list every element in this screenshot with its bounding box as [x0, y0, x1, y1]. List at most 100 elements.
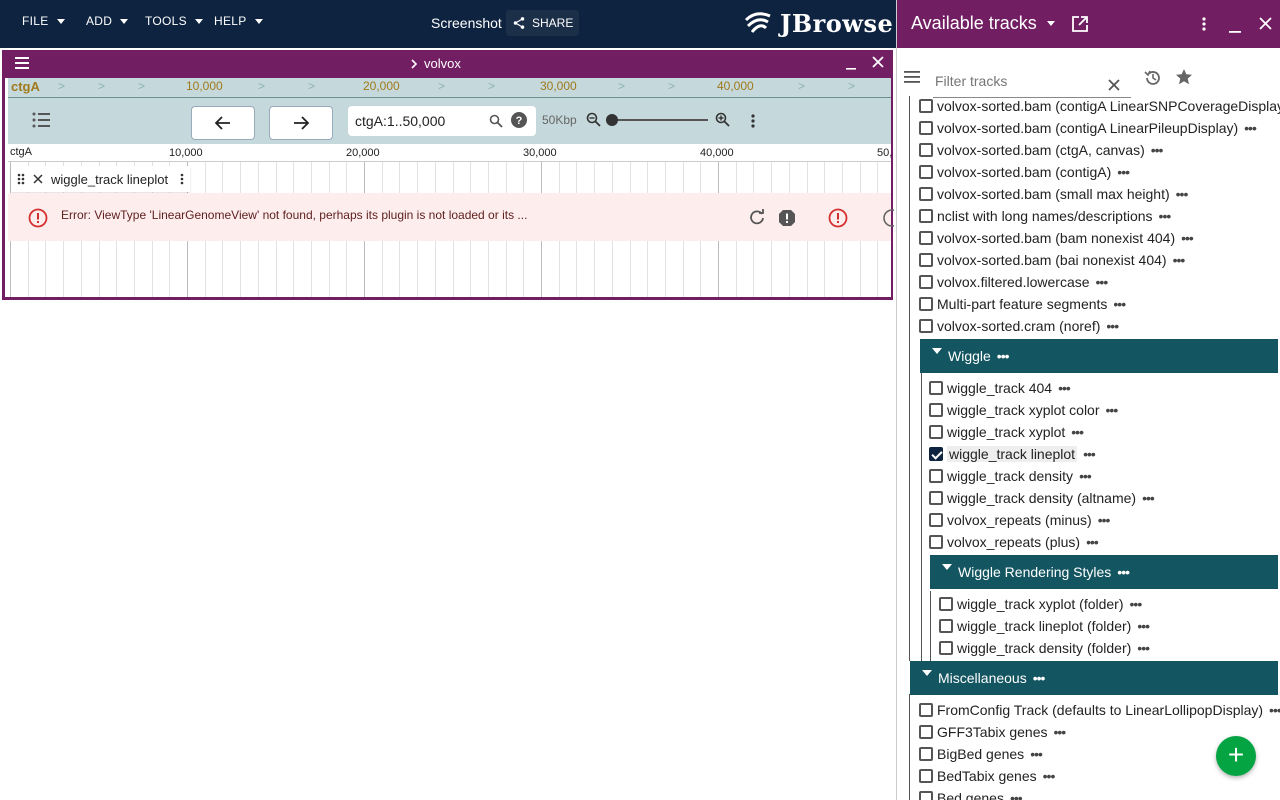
more-options-icon[interactable]: •••: [1269, 702, 1280, 718]
more-options-icon[interactable]: •••: [1096, 274, 1109, 290]
help-icon[interactable]: ?: [511, 112, 527, 128]
track-checkbox[interactable]: [939, 619, 953, 633]
add-track-fab-button[interactable]: +: [1216, 736, 1256, 776]
track-item[interactable]: nclist with long names/descriptions •••: [919, 205, 1171, 227]
view-options-kebab-icon[interactable]: [751, 114, 755, 128]
close-drawer-icon[interactable]: [1259, 17, 1272, 30]
track-checkbox[interactable]: [919, 143, 933, 157]
more-options-icon[interactable]: •••: [1137, 618, 1150, 634]
location-search-input[interactable]: ctgA:1..50,000 ?: [348, 106, 536, 136]
error-details-icon[interactable]: [828, 208, 848, 228]
track-label[interactable]: wiggle_track lineplot: [11, 166, 191, 192]
add-menu-button[interactable]: ADD: [86, 14, 129, 28]
track-item[interactable]: volvox_repeats (minus) •••: [929, 509, 1111, 531]
track-checkbox[interactable]: [929, 535, 943, 549]
track-item[interactable]: volvox.filtered.lowercase •••: [919, 271, 1109, 293]
zoom-slider[interactable]: [606, 114, 708, 126]
more-options-icon[interactable]: •••: [1043, 768, 1056, 784]
track-item[interactable]: volvox_repeats (plus) •••: [929, 531, 1099, 553]
category-miscellaneous[interactable]: Miscellaneous •••: [910, 661, 1278, 695]
track-item[interactable]: Multi-part feature segments •••: [919, 293, 1126, 315]
category-wiggle[interactable]: Wiggle •••: [920, 339, 1278, 373]
track-item[interactable]: volvox-sorted.bam (bai nonexist 404) •••: [919, 249, 1186, 271]
overview-scalebar[interactable]: ctgA > > > 10,000 > > 20,000 > > 30,000 …: [8, 78, 891, 98]
more-options-icon[interactable]: •••: [1137, 640, 1150, 656]
track-checkbox[interactable]: [919, 703, 933, 717]
filter-tracks-input[interactable]: [933, 60, 1131, 98]
track-selector-icon[interactable]: [32, 112, 50, 128]
track-item[interactable]: volvox-sorted.bam (contigA LinearSNPCove…: [919, 95, 1280, 117]
more-options-icon[interactable]: •••: [1173, 252, 1186, 268]
view-menu-icon[interactable]: [15, 56, 31, 70]
drag-handle-icon[interactable]: [17, 173, 25, 185]
track-checkbox[interactable]: [929, 469, 943, 483]
drawer-menu-kebab-icon[interactable]: [1202, 17, 1206, 31]
track-item[interactable]: wiggle_track density •••: [929, 465, 1092, 487]
share-button[interactable]: SHARE: [506, 10, 580, 36]
track-checkbox[interactable]: [919, 209, 933, 223]
track-item[interactable]: wiggle_track 404 •••: [929, 377, 1071, 399]
more-options-icon[interactable]: •••: [1098, 512, 1111, 528]
track-item[interactable]: wiggle_track xyplot color •••: [929, 399, 1119, 421]
minimize-icon[interactable]: [846, 60, 856, 70]
scroll-left-button[interactable]: [191, 106, 255, 140]
track-item[interactable]: volvox-sorted.bam (small max height) •••: [919, 183, 1188, 205]
report-icon[interactable]: [778, 209, 796, 227]
track-checkbox[interactable]: [919, 297, 933, 311]
more-options-icon[interactable]: •••: [1010, 790, 1023, 800]
track-menu-kebab-icon[interactable]: [180, 173, 184, 185]
track-checkbox[interactable]: [939, 641, 953, 655]
track-item[interactable]: BedTabix genes •••: [919, 765, 1056, 787]
track-checkbox[interactable]: [919, 319, 933, 333]
track-item[interactable]: wiggle_track xyplot (folder) •••: [939, 593, 1143, 615]
track-checkbox[interactable]: [919, 275, 933, 289]
track-checkbox[interactable]: [929, 491, 943, 505]
track-item[interactable]: volvox-sorted.bam (contigA LinearPileupD…: [919, 117, 1257, 139]
category-wiggle-rendering-styles[interactable]: Wiggle Rendering Styles •••: [930, 555, 1278, 589]
more-options-icon[interactable]: •••: [1058, 380, 1071, 396]
zoom-out-icon[interactable]: [586, 112, 601, 127]
favorites-star-icon[interactable]: [1175, 68, 1193, 86]
track-checkbox[interactable]: [919, 187, 933, 201]
track-item[interactable]: GFF3Tabix genes •••: [919, 721, 1067, 743]
more-options-icon[interactable]: •••: [1117, 564, 1130, 580]
track-checkbox[interactable]: [929, 403, 943, 417]
track-item[interactable]: wiggle_track density (folder) •••: [939, 637, 1150, 659]
open-in-new-icon[interactable]: [1071, 15, 1089, 33]
track-item[interactable]: Bed genes •••: [919, 787, 1023, 800]
hamburger-menu-icon[interactable]: [904, 71, 920, 83]
track-checkbox[interactable]: [929, 513, 943, 527]
clear-filter-icon[interactable]: [1108, 79, 1120, 91]
scroll-right-button[interactable]: [269, 106, 333, 140]
more-options-icon[interactable]: •••: [1106, 318, 1119, 334]
track-checkbox[interactable]: [919, 99, 933, 113]
more-options-icon[interactable]: •••: [1054, 724, 1067, 740]
search-icon[interactable]: [489, 114, 503, 128]
more-options-icon[interactable]: •••: [1106, 402, 1119, 418]
track-checkbox[interactable]: [919, 725, 933, 739]
more-options-icon[interactable]: •••: [1030, 746, 1043, 762]
history-icon[interactable]: [1144, 69, 1162, 87]
more-options-icon[interactable]: •••: [1086, 534, 1099, 550]
more-options-icon[interactable]: •••: [1083, 446, 1096, 462]
track-item[interactable]: volvox-sorted.bam (contigA) •••: [919, 161, 1130, 183]
help-menu-button[interactable]: HELP: [214, 14, 263, 28]
zoom-slider-thumb[interactable]: [606, 114, 618, 126]
more-options-icon[interactable]: •••: [1033, 670, 1046, 686]
more-options-icon[interactable]: •••: [1244, 120, 1257, 136]
more-options-icon[interactable]: •••: [1130, 596, 1143, 612]
track-checkbox-checked[interactable]: [929, 447, 943, 461]
more-options-icon[interactable]: •••: [1151, 142, 1164, 158]
reload-icon[interactable]: [748, 209, 766, 227]
track-checkbox[interactable]: [939, 597, 953, 611]
track-item[interactable]: wiggle_track lineplot (folder) •••: [939, 615, 1150, 637]
minimize-drawer-icon[interactable]: [1229, 22, 1241, 34]
close-view-icon[interactable]: [872, 56, 884, 68]
track-item[interactable]: volvox-sorted.cram (noref) •••: [919, 315, 1119, 337]
view-title-button[interactable]: volvox: [410, 56, 461, 71]
track-item[interactable]: wiggle_track density (altname) •••: [929, 487, 1155, 509]
track-checkbox[interactable]: [919, 769, 933, 783]
more-options-icon[interactable]: •••: [997, 348, 1010, 364]
more-options-icon[interactable]: •••: [1079, 468, 1092, 484]
track-checkbox[interactable]: [929, 381, 943, 395]
